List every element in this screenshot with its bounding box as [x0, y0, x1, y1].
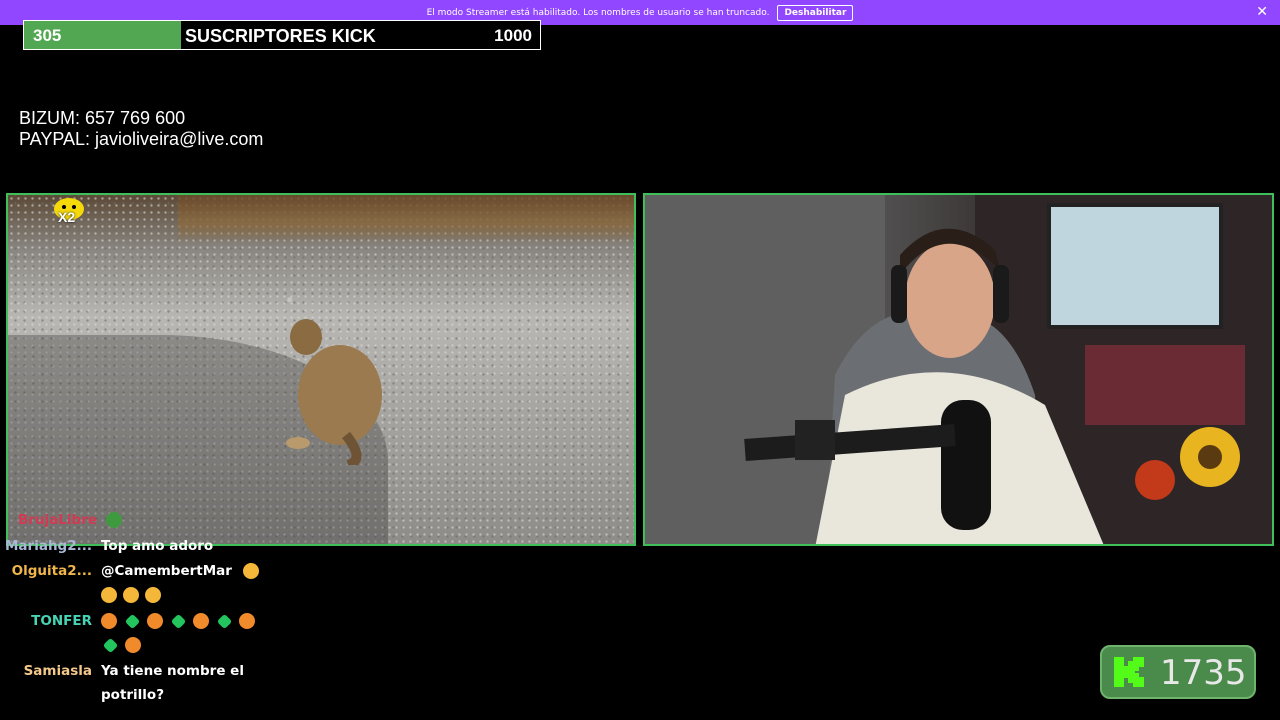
fox-emoji-icon [193, 613, 209, 629]
chat-text: @CamembertMar [101, 563, 232, 579]
chat-text: Ya tiene nombre el potrillo? [101, 663, 244, 703]
chat-text-block: @CamembertMar [101, 559, 271, 607]
webcam-scene [645, 195, 1272, 544]
pepe-emote-icon [105, 512, 122, 528]
kiss-emoji-icon [101, 587, 117, 603]
chat-username: Samiasla [23, 663, 92, 679]
bizum-text: BIZUM: 657 769 600 [19, 108, 186, 128]
kick-viewer-badge: 1735 [1100, 645, 1256, 699]
sub-goal-bar: 305 SUSCRIPTORES KICK 1000 [23, 20, 541, 50]
kiss-emoji-icon [242, 563, 259, 579]
chat-text-block [101, 609, 271, 657]
fox-emoji-icon [101, 613, 117, 629]
webcam-video [643, 193, 1274, 546]
disable-button[interactable]: Deshabilitar [777, 4, 854, 21]
chat-username: Mariahg2... [5, 538, 92, 554]
kiss-emoji-icon [123, 587, 139, 603]
fox-emoji-icon [239, 613, 255, 629]
green-heart-icon [124, 613, 141, 629]
chat-username: BrujaLibre [18, 512, 98, 528]
green-heart-icon [170, 613, 187, 629]
meerkat-image [286, 319, 382, 465]
mascot-multiplier: X2 [58, 209, 76, 225]
banner-message: El modo Streamer está habilitado. Los no… [426, 7, 770, 18]
fox-emoji-icon [147, 613, 163, 629]
kick-logo-icon [1114, 657, 1144, 687]
viewer-count: 1735 [1160, 653, 1247, 693]
gameplay-video: X2 [6, 193, 636, 546]
close-icon[interactable]: ✕ [1256, 4, 1268, 20]
chat-row-top: BrujaLibre [18, 512, 128, 528]
sub-goal-target: 1000 [494, 26, 532, 45]
fallen-leaves [178, 195, 634, 243]
green-heart-icon [216, 613, 233, 629]
donate-info: BIZUM: 657 769 600 PAYPAL: javioliveira@… [19, 108, 263, 150]
chat-username: Olguita2... [11, 563, 92, 579]
sub-goal-label: SUSCRIPTORES KICK [185, 26, 376, 46]
fox-emoji-icon [125, 637, 141, 653]
paypal-text: PAYPAL: javioliveira@live.com [19, 129, 264, 149]
sub-goal-current: 305 [33, 26, 62, 45]
chat-text: Top amo adoro [101, 538, 214, 554]
kiss-emoji-icon [145, 587, 161, 603]
chat-username: TONFER [31, 613, 92, 629]
green-heart-icon [102, 637, 119, 653]
